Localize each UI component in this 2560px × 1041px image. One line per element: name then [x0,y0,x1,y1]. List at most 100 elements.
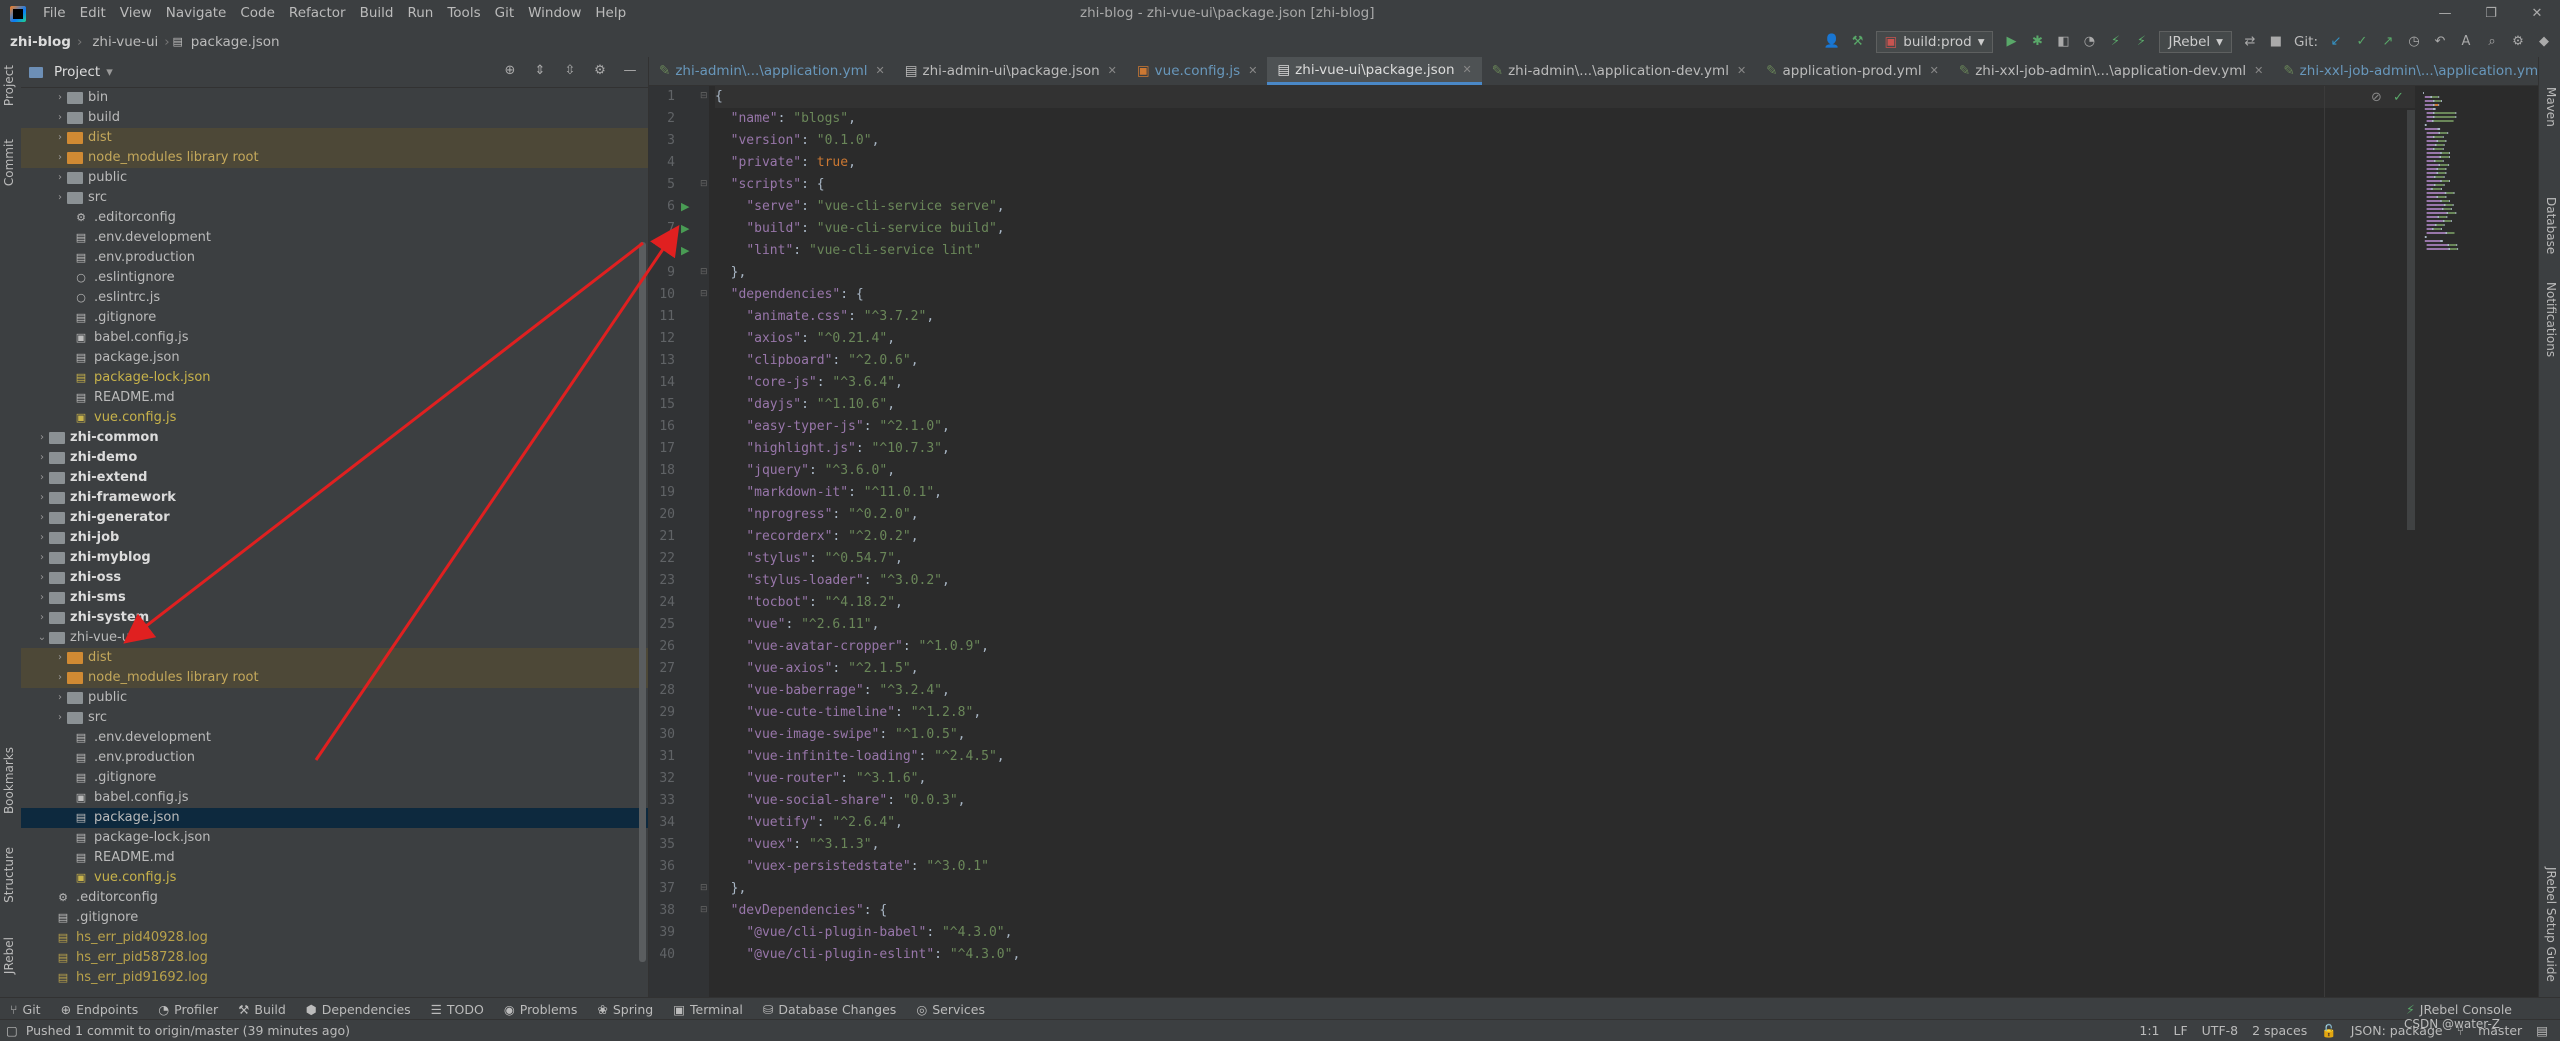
run-script-icon[interactable]: ▶ [681,222,691,235]
code-line[interactable]: "jquery": "^3.6.0", [715,460,2415,482]
search-icon[interactable]: ⌕ [2484,34,2500,50]
close-tab-icon[interactable]: ✕ [2254,57,2263,85]
close-tab-icon[interactable]: ✕ [1463,56,1472,84]
code-line[interactable]: "vue-social-share": "0.0.3", [715,790,2415,812]
menu-refactor[interactable]: Refactor [282,0,353,27]
memory-indicator-icon[interactable]: ▤ [2536,1023,2548,1038]
close-tab-icon[interactable]: ✕ [1248,57,1257,85]
code-line[interactable]: "private": true, [715,152,2415,174]
tool-spring[interactable]: ❀ Spring [587,1002,663,1017]
tree-folder[interactable]: › dist [21,648,648,668]
git-push-icon[interactable]: ↗ [2380,34,2396,50]
expand-arrow-icon[interactable]: ⌄ [35,628,49,648]
close-icon[interactable]: ✕ [2514,0,2560,27]
editor-tab[interactable]: ▤ zhi-admin-ui\package.json ✕ [895,57,1127,85]
tree-folder[interactable]: › src [21,708,648,728]
attach-icon[interactable]: ⇄ [2242,34,2258,50]
fold-icon[interactable]: ⊟ [700,883,708,893]
tab-project[interactable]: Project [2,65,16,106]
menu-help[interactable]: Help [588,0,633,27]
tool-services[interactable]: ◎ Services [906,1002,995,1017]
editor-tab[interactable]: ✎ zhi-admin\...\application-dev.yml ✕ [1482,57,1756,85]
project-panel-title[interactable]: Project [54,64,100,80]
code-line[interactable]: "nprogress": "^0.2.0", [715,504,2415,526]
indent-setting[interactable]: 2 spaces [2252,1023,2307,1038]
tab-maven[interactable]: Maven [2544,87,2558,127]
tree-folder[interactable]: › zhi-demo [21,448,648,468]
tool-todo[interactable]: ☰ TODO [421,1002,494,1017]
status-message[interactable]: Pushed 1 commit to origin/master (39 min… [18,1023,350,1038]
breadcrumb-file[interactable]: package.json [191,34,286,50]
fold-icon[interactable]: ⊟ [700,289,708,299]
expand-arrow-icon[interactable]: › [53,648,67,668]
maximize-icon[interactable]: ❐ [2468,0,2514,27]
tree-file[interactable]: ▤ README.md [21,388,648,408]
menu-code[interactable]: Code [233,0,282,27]
code-line[interactable]: "recorderx": "^2.0.2", [715,526,2415,548]
editor-tab[interactable]: ✎ zhi-xxl-job-admin\...\application-dev.y… [1949,57,2273,85]
tree-folder[interactable]: › zhi-system [21,608,648,628]
tool-profiler[interactable]: ◔ Profiler [148,1002,228,1017]
history-icon[interactable]: ◷ [2406,34,2422,50]
tree-folder[interactable]: › node_modules library root [21,148,648,168]
tab-jrebel-setup-guide[interactable]: JRebel Setup Guide [2544,867,2558,982]
editor-tab[interactable]: ▤ zhi-vue-ui\package.json ✕ [1267,56,1482,85]
code-line[interactable]: "markdown-it": "^11.0.1", [715,482,2415,504]
tree-file[interactable]: ▣ vue.config.js [21,408,648,428]
debug-icon[interactable]: ✱ [2029,34,2045,50]
code-line[interactable]: "dependencies": { [715,284,2415,306]
stop-icon[interactable]: ■ [2268,34,2284,50]
menu-navigate[interactable]: Navigate [159,0,234,27]
locate-file-icon[interactable]: ⊕ [502,63,518,79]
settings-gear-icon[interactable]: ⚙ [2510,34,2526,50]
profile-icon[interactable]: ◔ [2081,34,2097,50]
tool-database-changes[interactable]: ⛁ Database Changes [753,1002,906,1017]
tree-file[interactable]: ▤ hs_err_pid40928.log [21,928,648,948]
code-line[interactable]: "vuex-persistedstate": "^3.0.1" [715,856,2415,878]
run-config-select[interactable]: ▣ build:prod ▾ [1875,31,1994,53]
code-line[interactable]: "vuetify": "^2.6.4", [715,812,2415,834]
expand-arrow-icon[interactable]: › [53,128,67,148]
expand-arrow-icon[interactable]: › [35,548,49,568]
menu-view[interactable]: View [113,0,159,27]
chevron-down-icon[interactable]: ▾ [106,65,113,80]
user-icon[interactable]: 👤 [1824,34,1840,50]
menu-run[interactable]: Run [400,0,440,27]
fold-icon[interactable]: ⊟ [700,179,708,189]
tree-file[interactable]: ▤ package.json [21,808,648,828]
expand-arrow-icon[interactable]: › [53,708,67,728]
git-commit-icon[interactable]: ✓ [2354,34,2370,50]
tree-file[interactable]: ▤ package-lock.json [21,368,648,388]
menu-git[interactable]: Git [488,0,522,27]
code-content[interactable]: { "name": "blogs", "version": "0.1.0", "… [715,86,2415,966]
run-script-icon[interactable]: ▶ [681,200,691,213]
tab-notifications[interactable]: Notifications [2544,282,2558,357]
inspection-ok-icon[interactable]: ✓ [2393,90,2404,105]
ide-update-icon[interactable]: ◆ [2536,34,2552,50]
tree-folder[interactable]: › public [21,688,648,708]
tab-jrebel[interactable]: JRebel [2,937,16,974]
fold-icon[interactable]: ⊟ [700,267,708,277]
collapse-all-icon[interactable]: ⇳ [562,63,578,79]
expand-arrow-icon[interactable]: › [35,528,49,548]
code-line[interactable]: "devDependencies": { [715,900,2415,922]
editor-tab[interactable]: ▣ vue.config.js ✕ [1127,57,1268,85]
lock-icon[interactable]: 🔓 [2321,1023,2337,1039]
code-line[interactable]: "stylus": "^0.54.7", [715,548,2415,570]
editor-tab[interactable]: ✎ zhi-admin\...\application.yml ✕ [649,57,895,85]
expand-arrow-icon[interactable]: › [35,428,49,448]
tree-file[interactable]: ⚙ .editorconfig [21,888,648,908]
tree-file[interactable]: ▤ .env.production [21,748,648,768]
tree-file[interactable]: ▤ .gitignore [21,908,648,928]
tree-file[interactable]: ▣ babel.config.js [21,328,648,348]
code-line[interactable]: }, [715,262,2415,284]
reader-mode-icon[interactable]: ⊘ [2371,90,2382,105]
expand-arrow-icon[interactable]: › [35,508,49,528]
tree-file[interactable]: ▣ babel.config.js [21,788,648,808]
tree-file[interactable]: ▤ hs_err_pid58728.log [21,948,648,968]
code-line[interactable]: "name": "blogs", [715,108,2415,130]
menu-tools[interactable]: Tools [440,0,487,27]
tree-file[interactable]: ▤ hs_err_pid91692.log [21,968,648,988]
tree-file[interactable]: ▤ .env.development [21,728,648,748]
close-tab-icon[interactable]: ✕ [1108,57,1117,85]
